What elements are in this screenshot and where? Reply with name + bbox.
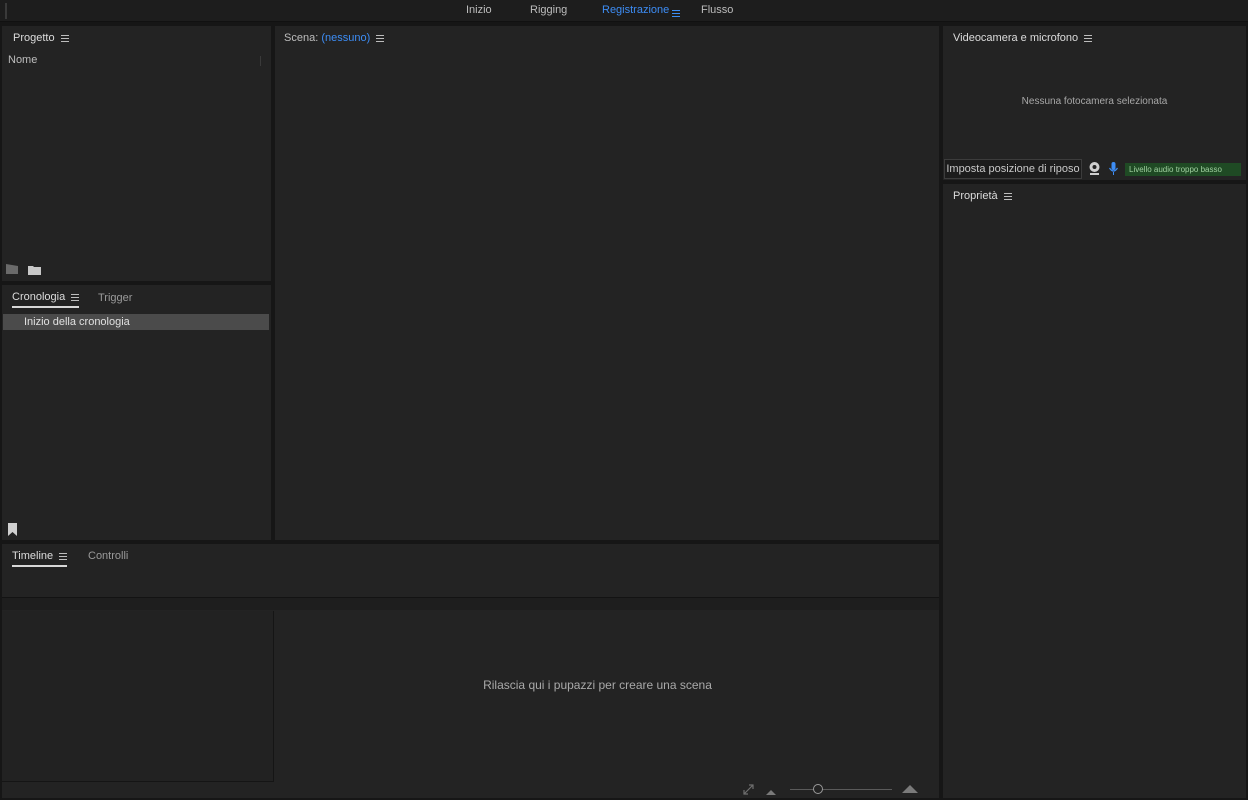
menu-icon[interactable] [1003, 192, 1012, 200]
history-item-label: Inizio della cronologia [24, 316, 130, 328]
window-edge [5, 3, 7, 19]
audio-level-badge: Livello audio troppo basso [1125, 163, 1241, 176]
expand-icon[interactable] [743, 784, 754, 795]
tab-controls[interactable]: Controlli [88, 550, 128, 562]
rest-position-button[interactable]: Imposta posizione di riposo [944, 159, 1082, 179]
menu-icon[interactable] [59, 552, 68, 560]
properties-panel: Proprietà [943, 184, 1246, 798]
column-divider [260, 56, 261, 66]
tab-history[interactable]: Cronologia [12, 291, 80, 308]
properties-panel-title: Proprietà [953, 190, 998, 202]
history-item[interactable]: Inizio della cronologia [3, 314, 269, 330]
scene-label: Scena: [284, 32, 319, 44]
camera-panel: Videocamera e microfono Nessuna fotocame… [943, 26, 1246, 180]
menu-icon[interactable] [60, 34, 69, 42]
timeline-panel: Timeline Controlli Rilascia qui i pupazz… [2, 544, 939, 798]
tab-history-label: Cronologia [12, 291, 66, 303]
history-panel: Cronologia Trigger Inizio della cronolog… [2, 285, 271, 540]
tab-trigger[interactable]: Trigger [98, 292, 132, 304]
tab-timeline-label: Timeline [12, 550, 54, 562]
new-scene-icon[interactable] [6, 264, 18, 274]
workspace-tab-inizio[interactable]: Inizio [466, 4, 492, 16]
menu-icon[interactable] [1084, 34, 1093, 42]
scene-selector[interactable]: (nessuno) [321, 32, 370, 44]
track-list [2, 611, 274, 782]
zoom-slider-thumb[interactable] [813, 784, 823, 794]
project-panel-title: Progetto [13, 32, 55, 44]
timeline-ruler [2, 598, 939, 610]
project-panel-header: Progetto [13, 32, 69, 44]
scene-panel-header: Scena: (nessuno) [284, 32, 385, 44]
folder-icon[interactable] [28, 265, 41, 275]
zoom-slider-track [790, 789, 892, 790]
workspace-bar: Inizio Rigging Registrazione Flusso [0, 0, 1248, 22]
camera-panel-title: Videocamera e microfono [953, 32, 1079, 44]
drop-zone-hint: Rilascia qui i pupazzi per creare una sc… [483, 678, 712, 692]
zoom-slider[interactable] [790, 784, 892, 794]
bookmark-icon[interactable] [8, 523, 17, 536]
menu-icon[interactable] [71, 293, 80, 301]
tab-timeline[interactable]: Timeline [12, 550, 68, 567]
workspace-tab-registrazione[interactable]: Registrazione [602, 4, 669, 16]
workspace-tab-rigging[interactable]: Rigging [530, 4, 567, 16]
no-camera-message: Nessuna fotocamera selezionata [1021, 96, 1168, 107]
zoom-out-icon[interactable] [766, 786, 776, 795]
project-panel: Progetto Nome [2, 26, 271, 281]
properties-panel-header: Proprietà [953, 190, 1012, 202]
workspace-menu-icon[interactable] [666, 7, 680, 19]
project-column-name[interactable]: Nome [8, 54, 37, 66]
webcam-icon[interactable] [1089, 162, 1100, 175]
workspace-tab-flusso[interactable]: Flusso [701, 4, 733, 16]
microphone-icon[interactable] [1109, 162, 1118, 175]
camera-panel-header: Videocamera e microfono [953, 32, 1093, 44]
zoom-in-icon[interactable] [902, 784, 918, 793]
menu-icon[interactable] [376, 34, 385, 42]
scene-panel: Scena: (nessuno) [275, 26, 939, 540]
